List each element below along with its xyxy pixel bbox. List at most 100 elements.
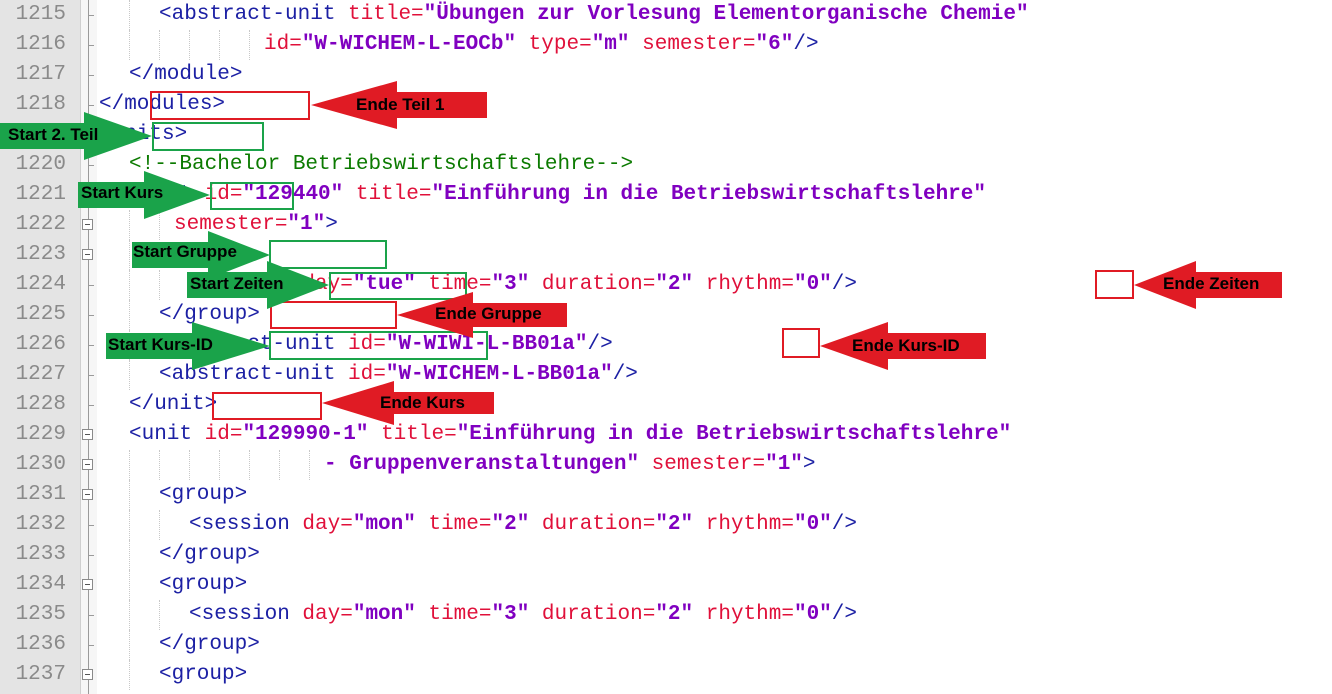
indent-guide (129, 0, 130, 30)
code-token: time= (428, 513, 492, 536)
code-line[interactable]: 1234 <group> (0, 570, 1332, 600)
code-token: /> (587, 333, 613, 356)
code-line[interactable]: 1215 <abstract-unit title="Übungen zur Vo… (0, 0, 1332, 30)
code-line[interactable]: 1236 </group> (0, 630, 1332, 660)
code-token: </module> (129, 63, 243, 86)
code-token: </unit> (129, 393, 218, 416)
code-token: "0" (793, 603, 832, 626)
fold-tick-icon (88, 645, 94, 646)
code-token: <session (189, 603, 303, 626)
code-text: id="W-WICHEM-L-EOCb" type="m" semester="… (264, 30, 819, 60)
fold-tick-icon (88, 15, 94, 16)
code-line[interactable]: 1229 <unit id="129990-1" title="Einführun… (0, 420, 1332, 450)
line-number: 1228 (15, 393, 66, 416)
code-line[interactable]: 1216 id="W-WICHEM-L-EOCb" type="m" semest… (0, 30, 1332, 60)
code-text: <group> (159, 660, 247, 690)
line-number: 1222 (15, 213, 66, 236)
fold-tick-icon (88, 615, 94, 616)
code-token: /> (831, 603, 857, 626)
code-token: > (325, 213, 338, 236)
code-token: title= (348, 3, 424, 26)
code-text: <session day="mon" time="3" duration="2"… (189, 600, 857, 630)
code-token: /> (831, 273, 857, 296)
code-token: - Gruppenveranstaltungen" (324, 453, 640, 476)
code-token: <group> (159, 663, 248, 686)
fold-toggle-icon[interactable] (82, 429, 93, 440)
line-number: 1234 (15, 573, 66, 596)
line-number: 1226 (15, 333, 66, 356)
indent-guide (129, 630, 130, 660)
label-start-kurs-id: Start Kurs-ID (108, 335, 213, 354)
code-token: /> (831, 513, 857, 536)
code-token: "1" (287, 213, 326, 236)
code-token: title= (381, 423, 457, 446)
code-line[interactable]: 1237 <group> (0, 660, 1332, 690)
code-line[interactable]: 1232 <session day="mon" time="2" duration… (0, 510, 1332, 540)
code-token: "129990-1" (242, 423, 369, 446)
indent-guide (129, 510, 130, 540)
code-token: "0" (793, 273, 832, 296)
line-number: 1229 (15, 423, 66, 446)
fold-tick-icon (88, 315, 94, 316)
code-line[interactable]: 1235 <session day="mon" time="3" duration… (0, 600, 1332, 630)
fold-toggle-icon[interactable] (82, 489, 93, 500)
fold-tick-icon (88, 105, 94, 106)
fold-toggle-icon[interactable] (82, 459, 93, 470)
code-token: /> (612, 363, 638, 386)
line-number: 1227 (15, 363, 66, 386)
highlight-unit-close (212, 392, 322, 420)
code-token: duration= (541, 603, 656, 626)
fold-tick-icon (88, 405, 94, 406)
code-token: "W-WICHEM-L-EOCb" (301, 33, 517, 56)
code-token: "0" (793, 513, 832, 536)
code-token: "2" (491, 513, 530, 536)
indent-guide (129, 660, 130, 690)
fold-tick-icon (88, 75, 94, 76)
line-number: 1215 (15, 3, 66, 26)
code-text: <group> (159, 570, 247, 600)
highlight-unit-open (210, 182, 294, 210)
code-token: type= (528, 33, 592, 56)
line-number: 1233 (15, 543, 66, 566)
code-line[interactable]: 1230 - Gruppenveranstaltungen" semester="… (0, 450, 1332, 480)
fold-toggle-icon[interactable] (82, 249, 93, 260)
code-line[interactable]: 1217 </module> (0, 60, 1332, 90)
code-token: "mon" (352, 603, 416, 626)
code-token: "mon" (352, 513, 416, 536)
code-text: </module> (129, 60, 242, 90)
indent-guide (309, 450, 310, 480)
indent-guide (159, 510, 160, 540)
line-number: 1235 (15, 603, 66, 626)
fold-toggle-icon[interactable] (82, 219, 93, 230)
code-token: "2" (655, 513, 694, 536)
code-token: /> (793, 33, 819, 56)
indent-guide (129, 600, 130, 630)
line-number: 1221 (15, 183, 66, 206)
code-token: id= (264, 33, 302, 56)
code-text: - Gruppenveranstaltungen" semester="1"> (324, 450, 816, 480)
highlight-abstract-unit-close (782, 328, 820, 358)
label-start-teil-2: Start 2. Teil (8, 125, 99, 144)
label-start-kurs: Start Kurs (81, 183, 164, 202)
code-line[interactable]: 1231 <group> (0, 480, 1332, 510)
highlight-session-close (1095, 270, 1134, 299)
line-number: 1225 (15, 303, 66, 326)
indent-guide (129, 450, 130, 480)
fold-toggle-icon[interactable] (82, 669, 93, 680)
code-token: time= (428, 603, 492, 626)
label-ende-kurs: Ende Kurs (380, 393, 466, 412)
fold-tick-icon (88, 285, 94, 286)
code-token: rhythm= (705, 513, 794, 536)
code-line[interactable]: 1233 </group> (0, 540, 1332, 570)
fold-toggle-icon[interactable] (82, 579, 93, 590)
fold-tick-icon (88, 375, 94, 376)
code-line[interactable]: 1228 </unit> (0, 390, 1332, 420)
indent-guide (249, 450, 250, 480)
indent-guide (219, 450, 220, 480)
code-token: semester= (642, 33, 756, 56)
